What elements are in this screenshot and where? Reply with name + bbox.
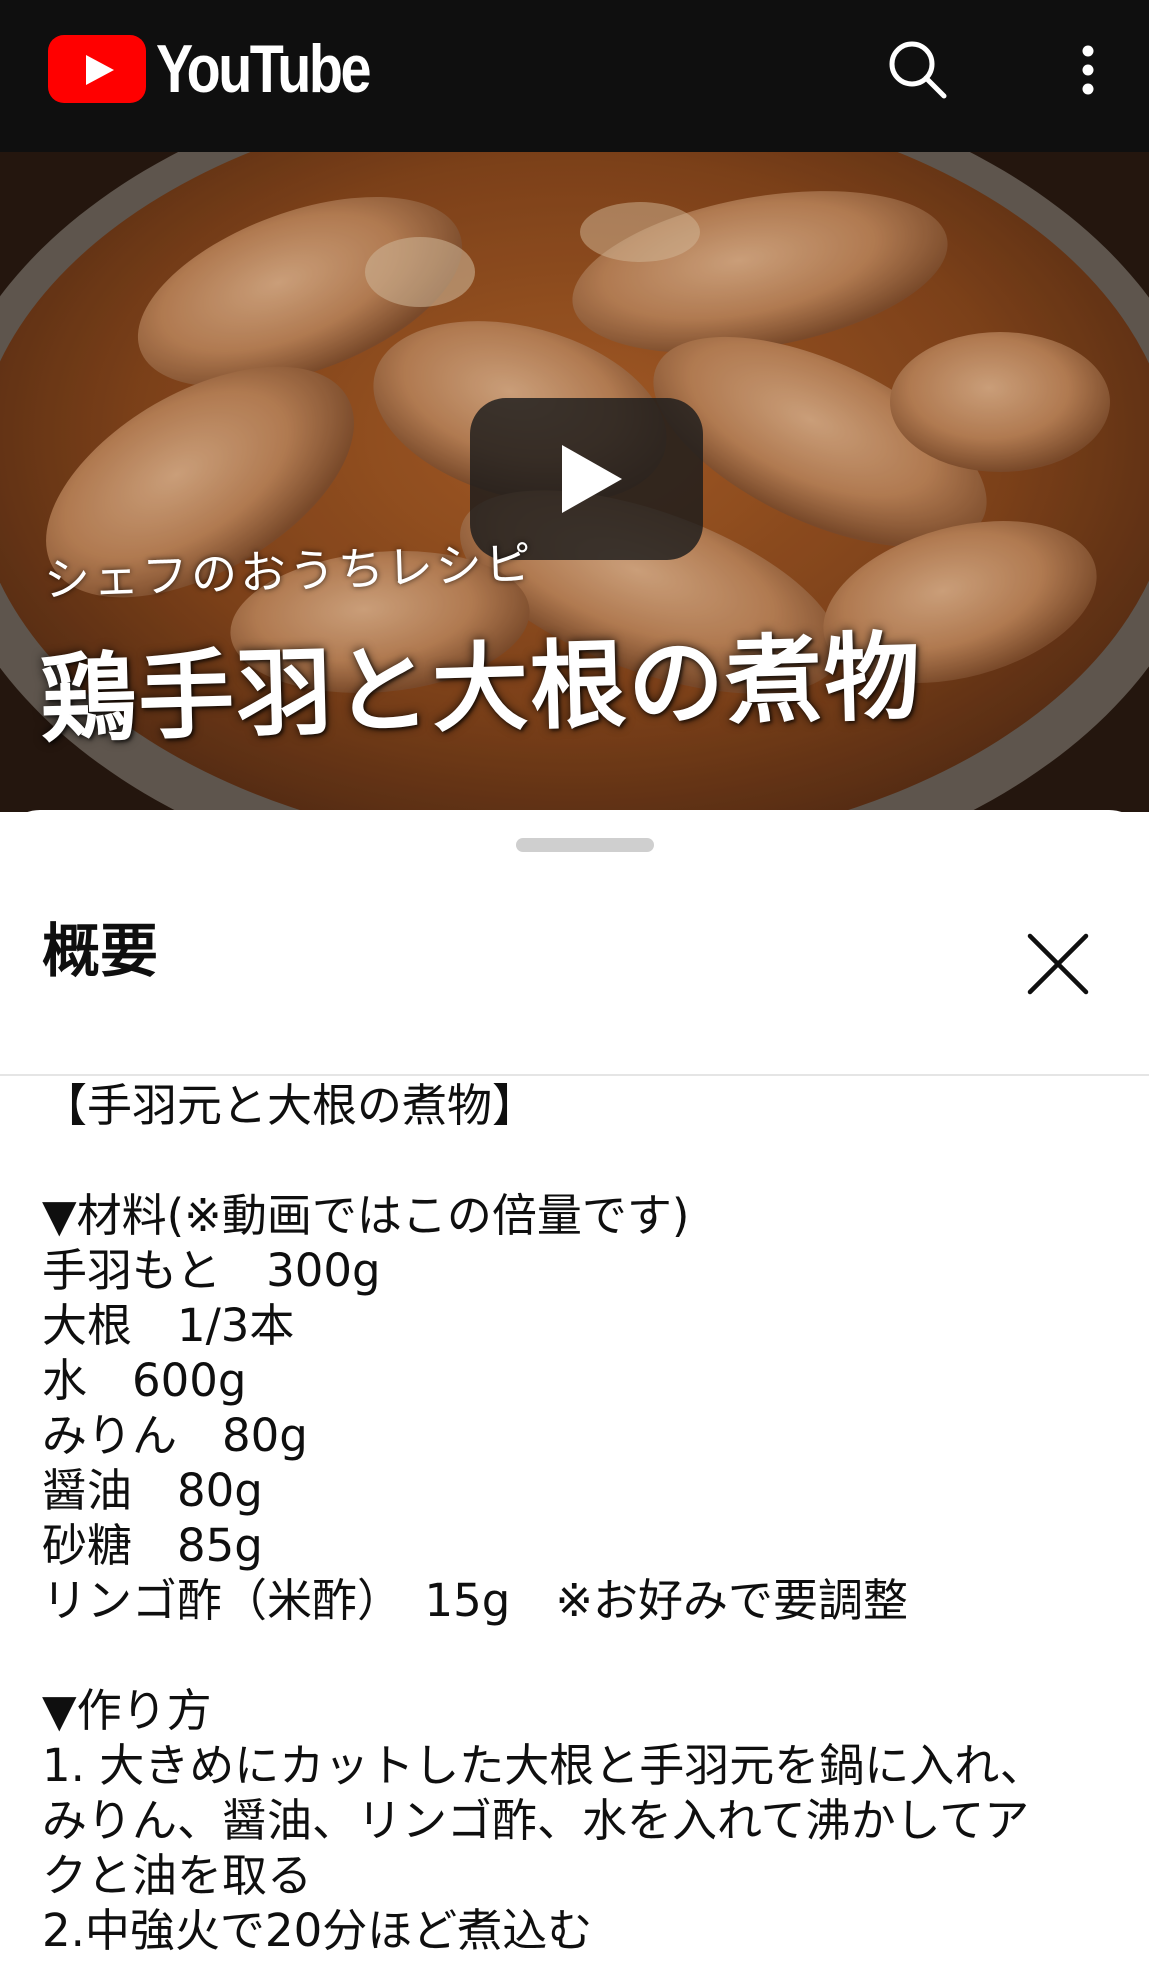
video-overlay-title: 鶏手羽と大根の煮物 bbox=[38, 620, 924, 756]
ingredient-line: 手羽もと 300g bbox=[42, 1244, 381, 1297]
video-description: 【手羽元と大根の煮物】 ▼材料(※動画ではこの倍量です) 手羽もと 300g 大… bbox=[42, 1078, 1122, 1958]
sheet-drag-handle[interactable] bbox=[516, 838, 654, 852]
more-options-button[interactable] bbox=[1062, 34, 1114, 106]
search-icon bbox=[889, 41, 947, 99]
description-sheet: 概要 【手羽元と大根の煮物】 ▼材料(※動画ではこの倍量です) 手羽もと 300… bbox=[0, 810, 1149, 1971]
close-icon bbox=[1027, 933, 1089, 995]
sheet-title: 概要 bbox=[42, 917, 159, 985]
ingredient-line: 砂糖 85g bbox=[42, 1519, 263, 1572]
top-app-bar: YouTube bbox=[0, 0, 1149, 152]
method-line: 1. 大きめにカットした大根と手羽元を鍋に入れ、 bbox=[42, 1739, 1045, 1792]
ingredients-header: ▼材料(※動画ではこの倍量です) bbox=[42, 1189, 690, 1242]
close-button[interactable] bbox=[1022, 928, 1094, 1000]
video-player[interactable]: シェフのおうちレシピ 鶏手羽と大根の煮物 bbox=[0, 152, 1149, 812]
more-vertical-icon bbox=[1082, 45, 1094, 95]
method-line: みりん、醤油、リンゴ酢、水を入れて沸かしてア bbox=[42, 1794, 1030, 1847]
ingredient-line: 醤油 80g bbox=[42, 1464, 263, 1517]
search-button[interactable] bbox=[882, 34, 954, 106]
method-line: 2.中強火で20分ほど煮込む bbox=[42, 1904, 593, 1957]
method-line: クと油を取る bbox=[42, 1849, 313, 1902]
youtube-wordmark: YouTube bbox=[156, 31, 371, 107]
ingredient-line: 水 600g bbox=[42, 1354, 247, 1407]
ingredient-line: みりん 80g bbox=[42, 1409, 308, 1462]
ingredient-line: 大根 1/3本 bbox=[42, 1299, 295, 1352]
youtube-play-icon bbox=[48, 35, 146, 103]
ingredient-line: リンゴ酢（米酢） 15g ※お好みで要調整 bbox=[42, 1574, 909, 1627]
description-heading: 【手羽元と大根の煮物】 bbox=[42, 1079, 538, 1132]
method-header: ▼作り方 bbox=[42, 1684, 212, 1737]
youtube-logo[interactable]: YouTube bbox=[48, 34, 416, 104]
sheet-divider bbox=[0, 1074, 1149, 1076]
